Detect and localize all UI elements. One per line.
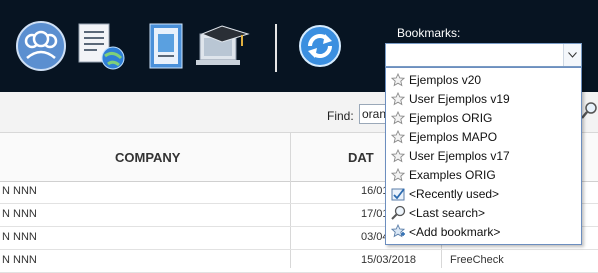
cell-extra: FreeCheck [450, 254, 504, 266]
bookmark-item-label: User Ejemplos v19 [409, 91, 510, 106]
bookmark-item-last-search[interactable]: <Last search> [387, 203, 580, 222]
graduation-laptop-icon[interactable] [196, 20, 250, 72]
column-header-date[interactable]: DAT [348, 150, 374, 165]
cell-date: 15/03/2018 [361, 254, 417, 266]
star-icon [390, 148, 406, 164]
cell-company: N NNN [2, 231, 37, 243]
refresh-icon[interactable] [294, 20, 346, 72]
bookmark-item-add[interactable]: <Add bookmark> [387, 222, 580, 241]
bookmark-item[interactable]: User Ejemplos v17 [387, 146, 580, 165]
bookmark-item[interactable]: User Ejemplos v19 [387, 89, 580, 108]
star-icon [390, 72, 406, 88]
cell-company: N NNN [2, 254, 37, 266]
column-header-company[interactable]: COMPANY [115, 150, 180, 165]
magnifier-icon [390, 205, 406, 221]
bookmark-item-label: <Add bookmark> [409, 224, 501, 239]
chevron-down-icon[interactable] [563, 44, 581, 66]
book-icon[interactable] [140, 20, 192, 72]
toolbar-separator [275, 24, 277, 72]
bookmark-item-label: <Recently used> [409, 186, 500, 201]
bookmark-item-recently-used[interactable]: <Recently used> [387, 184, 580, 203]
bookmark-item-label: <Last search> [409, 205, 486, 220]
star-icon [390, 110, 406, 126]
users-icon[interactable] [15, 20, 67, 72]
magnifier-icon[interactable] [581, 102, 598, 122]
cell-company: N NNN [2, 185, 37, 197]
table-row[interactable]: N NNN 15/03/2018 FreeCheck [0, 250, 598, 273]
recent-icon [390, 186, 406, 202]
bookmarks-combobox[interactable] [385, 43, 582, 67]
bookmarks-dropdown-list: Ejemplos v20 User Ejemplos v19 Ejemplos … [385, 67, 582, 245]
star-icon [390, 167, 406, 183]
bookmark-item-label: Ejemplos ORIG [409, 110, 493, 125]
bookmark-item[interactable]: Ejemplos v20 [387, 70, 580, 89]
bookmark-item-label: Ejemplos MAPO [409, 129, 498, 144]
find-label: Find: [327, 109, 354, 123]
bookmark-item-label: User Ejemplos v17 [409, 148, 510, 163]
bookmark-item[interactable]: Ejemplos MAPO [387, 127, 580, 146]
documents-globe-icon[interactable] [75, 20, 127, 72]
bookmark-item[interactable]: Examples ORIG [387, 165, 580, 184]
star-icon [390, 91, 406, 107]
bookmark-item[interactable]: Ejemplos ORIG [387, 108, 580, 127]
bookmarks-label: Bookmarks: [397, 26, 461, 40]
cell-company: N NNN [2, 208, 37, 220]
bookmark-item-label: Examples ORIG [409, 167, 496, 182]
add-star-icon [390, 224, 406, 240]
bookmark-item-label: Ejemplos v20 [409, 72, 482, 87]
star-icon [390, 129, 406, 145]
